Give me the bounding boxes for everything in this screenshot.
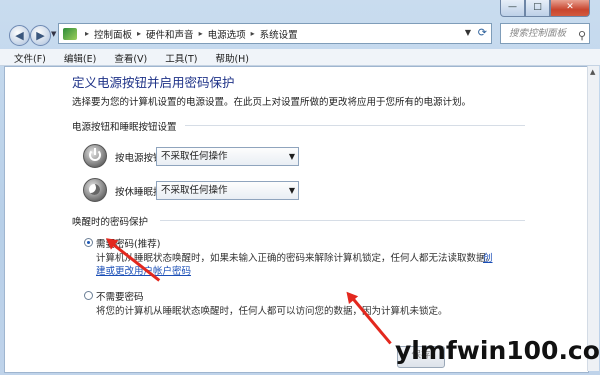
no-password-label[interactable]: 不需要密码 bbox=[96, 289, 144, 303]
sleep-button-select-value: 不采取任何操作 bbox=[161, 185, 228, 196]
no-password-description: 将您的计算机从睡眠状态唤醒时，任何人都可以访问您的数据，因为计算机未锁定。 bbox=[96, 306, 448, 317]
menu-edit[interactable]: 编辑(E) bbox=[52, 49, 102, 65]
power-button-select[interactable]: 不采取任何操作 ▼ bbox=[156, 147, 299, 166]
power-section-title: 电源按钮和睡眠按钮设置 bbox=[72, 122, 177, 133]
require-password-description: 计算机从睡眠状态唤醒时，如果未输入正确的密码来解除计算机锁定，任何人都无法读取数… bbox=[96, 253, 496, 264]
watermark: ylmfwin100.com bbox=[395, 336, 600, 365]
chevron-down-icon: ▼ bbox=[288, 152, 295, 161]
scroll-up-icon[interactable]: ▲ bbox=[590, 68, 595, 76]
refresh-icon[interactable]: ⟳ bbox=[478, 26, 487, 39]
recent-pages-dropdown-icon[interactable]: ▼ bbox=[51, 30, 56, 38]
menu-file[interactable]: 文件(F) bbox=[0, 49, 52, 65]
address-bar[interactable]: ▸ 控制面板 ▸ 硬件和声音 ▸ 电源选项 ▸ 系统设置 ▼ ⟳ bbox=[58, 23, 492, 44]
address-dropdown-icon[interactable]: ▼ bbox=[465, 28, 471, 37]
page-description: 选择要为您的计算机设置的电源设置。在此页上对设置所做的更改将应用于您所有的电源计… bbox=[72, 97, 472, 108]
maximize-button[interactable]: □ bbox=[525, 0, 550, 17]
create-password-link[interactable]: 创 bbox=[483, 250, 493, 264]
back-button[interactable]: ◀ bbox=[9, 25, 30, 46]
search-icon[interactable]: ⚲ bbox=[578, 26, 586, 45]
breadcrumb-system-settings[interactable]: 系统设置 bbox=[260, 27, 298, 41]
page-title: 定义电源按钮并启用密码保护 bbox=[72, 75, 235, 90]
breadcrumb-separator-icon[interactable]: ▸ bbox=[137, 29, 141, 38]
menu-view[interactable]: 查看(V) bbox=[102, 49, 153, 65]
menu-tools[interactable]: 工具(T) bbox=[153, 49, 203, 65]
chevron-down-icon: ▼ bbox=[288, 186, 295, 195]
menu-bar: 文件(F) 编辑(E) 查看(V) 工具(T) 帮助(H) bbox=[0, 49, 600, 66]
breadcrumb-hardware-sound[interactable]: 硬件和声音 bbox=[146, 27, 194, 41]
close-button[interactable]: ✕ bbox=[550, 0, 590, 17]
breadcrumb: 控制面板 ▸ 硬件和声音 ▸ 电源选项 ▸ 系统设置 bbox=[94, 27, 298, 41]
window: — □ ✕ ◀ ▶ ▼ ▸ 控制面板 ▸ 硬件和声音 ▸ 电源选项 ▸ 系统设置… bbox=[0, 0, 600, 375]
menu-help[interactable]: 帮助(H) bbox=[203, 49, 255, 65]
sleep-button-icon bbox=[83, 178, 107, 202]
forward-button[interactable]: ▶ bbox=[30, 25, 51, 46]
search-input[interactable]: 搜索控制面板 ⚲ bbox=[500, 23, 590, 44]
sleep-button-select[interactable]: 不采取任何操作 ▼ bbox=[156, 181, 299, 200]
section-divider bbox=[160, 220, 525, 221]
power-button-icon bbox=[83, 144, 107, 168]
power-button-select-value: 不采取任何操作 bbox=[161, 151, 228, 162]
section-divider bbox=[185, 125, 525, 126]
search-placeholder: 搜索控制面板 bbox=[509, 28, 567, 39]
vertical-scrollbar[interactable]: ▲ bbox=[587, 66, 599, 371]
content-pane: 定义电源按钮并启用密码保护 选择要为您的计算机设置的电源设置。在此页上对设置所做… bbox=[4, 66, 589, 373]
breadcrumb-power-options[interactable]: 电源选项 bbox=[208, 27, 246, 41]
breadcrumb-separator-icon[interactable]: ▸ bbox=[199, 29, 203, 38]
breadcrumb-control-panel[interactable]: 控制面板 bbox=[94, 27, 132, 41]
breadcrumb-separator-icon[interactable]: ▸ bbox=[251, 29, 255, 38]
wake-section-title: 唤醒时的密码保护 bbox=[72, 217, 149, 228]
require-password-radio[interactable] bbox=[84, 238, 93, 247]
caption-buttons: — □ ✕ bbox=[500, 0, 590, 17]
control-panel-icon bbox=[63, 27, 77, 40]
breadcrumb-separator-icon[interactable]: ▸ bbox=[85, 29, 89, 38]
minimize-button[interactable]: — bbox=[500, 0, 525, 17]
no-password-radio[interactable] bbox=[84, 291, 93, 300]
